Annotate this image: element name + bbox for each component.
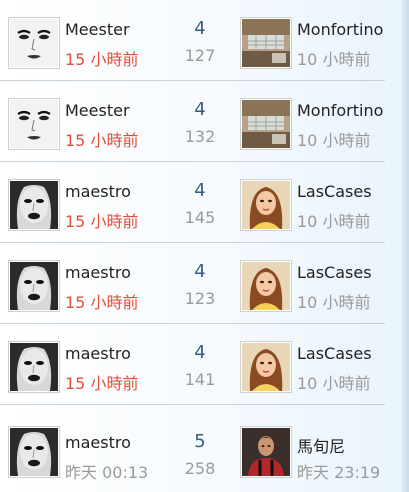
starter-avatar[interactable]	[8, 260, 60, 312]
last-poster-name[interactable]: Monfortino	[297, 20, 383, 39]
thread-row: maestro 15 小時前 4 141 LasCases 10 小時前	[0, 324, 385, 405]
starter-name[interactable]: maestro	[65, 433, 131, 452]
starter-name[interactable]: maestro	[65, 182, 131, 201]
last-post-time: 10 小時前	[297, 50, 371, 69]
view-count: 258	[184, 459, 216, 478]
starter-time: 15 小時前	[65, 374, 139, 393]
last-poster-avatar[interactable]	[240, 260, 292, 312]
reply-count: 5	[194, 431, 206, 452]
starter-name[interactable]: maestro	[65, 263, 131, 282]
starter-avatar[interactable]	[8, 426, 60, 478]
thread-row: Meester 15 小時前 4 132 Monfortino 10 小時前	[0, 81, 385, 162]
last-poster-name[interactable]: 馬旬尼	[297, 433, 345, 457]
last-poster-avatar[interactable]	[240, 179, 292, 231]
last-post-time: 10 小時前	[297, 293, 371, 312]
last-post-time: 10 小時前	[297, 131, 371, 150]
starter-time: 昨天 00:13	[65, 463, 149, 482]
last-poster-name[interactable]: LasCases	[297, 344, 372, 363]
starter-avatar[interactable]	[8, 341, 60, 393]
reply-count: 4	[194, 180, 206, 201]
last-poster-name[interactable]: Monfortino	[297, 101, 383, 120]
last-post-time: 10 小時前	[297, 212, 371, 231]
last-poster-name[interactable]: LasCases	[297, 182, 372, 201]
thread-row: maestro 昨天 00:13 5 258 馬旬尼 昨天 23:19	[0, 405, 385, 491]
last-poster-avatar[interactable]	[240, 17, 292, 69]
view-count: 145	[184, 208, 216, 227]
last-poster-avatar[interactable]	[240, 98, 292, 150]
thread-row: maestro 15 小時前 4 145 LasCases 10 小時前	[0, 162, 385, 243]
reply-count: 4	[194, 342, 206, 363]
starter-name[interactable]: maestro	[65, 344, 131, 363]
starter-avatar[interactable]	[8, 17, 60, 69]
view-count: 127	[184, 46, 216, 65]
starter-name[interactable]: Meester	[65, 101, 130, 120]
starter-name[interactable]: Meester	[65, 20, 130, 39]
reply-count: 4	[194, 261, 206, 282]
starter-avatar[interactable]	[8, 98, 60, 150]
view-count: 132	[184, 127, 216, 146]
last-poster-avatar[interactable]	[240, 341, 292, 393]
starter-time: 15 小時前	[65, 50, 139, 69]
last-post-time: 10 小時前	[297, 374, 371, 393]
starter-time: 15 小時前	[65, 293, 139, 312]
thread-row: maestro 15 小時前 4 123 LasCases 10 小時前	[0, 243, 385, 324]
starter-time: 15 小時前	[65, 212, 139, 231]
last-post-time: 昨天 23:19	[297, 463, 381, 482]
thread-list: Meester 15 小時前 4 127 Monfortino 10 小時前 M…	[0, 0, 385, 491]
reply-count: 4	[194, 99, 206, 120]
view-count: 123	[184, 289, 216, 308]
thread-row: Meester 15 小時前 4 127 Monfortino 10 小時前	[0, 0, 385, 81]
starter-time: 15 小時前	[65, 131, 139, 150]
last-poster-avatar[interactable]	[240, 426, 292, 478]
reply-count: 4	[194, 18, 206, 39]
starter-avatar[interactable]	[8, 179, 60, 231]
scrollbar-edge[interactable]	[402, 0, 409, 492]
view-count: 141	[184, 370, 216, 389]
last-poster-name[interactable]: LasCases	[297, 263, 372, 282]
